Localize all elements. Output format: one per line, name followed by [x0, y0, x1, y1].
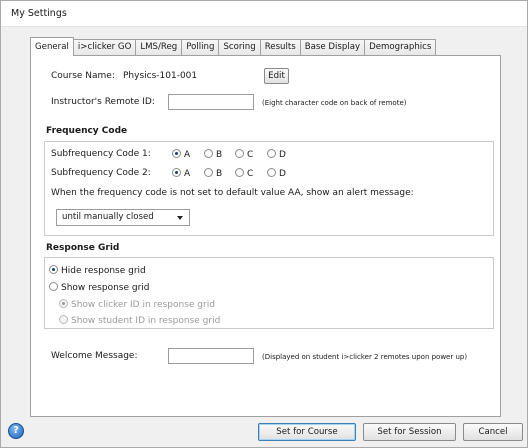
- sub2-option-c[interactable]: C: [235, 168, 253, 179]
- frequency-code-title: Frequency Code: [46, 126, 128, 136]
- hide-response-grid-option[interactable]: Hide response grid: [49, 265, 146, 276]
- tab-demographics[interactable]: Demographics: [365, 39, 437, 56]
- radio-icon: [204, 149, 213, 158]
- tab-general[interactable]: General: [30, 37, 74, 56]
- tab-lms-reg[interactable]: LMS/Reg: [136, 39, 183, 56]
- radio-icon: [172, 149, 181, 158]
- tab-polling[interactable]: Polling: [182, 39, 220, 56]
- radio-icon: [267, 168, 276, 177]
- show-response-grid-option[interactable]: Show response grid: [49, 282, 150, 293]
- window-body: General i>clicker GO LMS/Reg Polling Sco…: [1, 27, 527, 447]
- remote-id-label: Instructor's Remote ID:: [51, 97, 155, 107]
- tab-results[interactable]: Results: [260, 39, 301, 56]
- show-student-id-option[interactable]: Show student ID in response grid: [59, 315, 220, 326]
- help-icon[interactable]: ?: [8, 423, 24, 439]
- chevron-down-icon: [177, 216, 183, 220]
- radio-icon: [204, 168, 213, 177]
- subfrequency-2-label: Subfrequency Code 2:: [51, 168, 151, 178]
- response-grid-title: Response Grid: [46, 243, 120, 253]
- frequency-code-group: Subfrequency Code 1: A B C D Subfrequenc…: [44, 141, 494, 236]
- course-name-label: Course Name:: [51, 71, 115, 81]
- window-title: My Settings: [1, 1, 527, 27]
- radio-icon: [49, 282, 58, 291]
- sub1-option-a[interactable]: A: [172, 149, 190, 160]
- cancel-button[interactable]: Cancel: [463, 423, 523, 441]
- alert-duration-value: until manually closed: [62, 212, 154, 222]
- welcome-message-input[interactable]: [168, 348, 254, 364]
- set-for-session-button[interactable]: Set for Session: [363, 423, 456, 441]
- sub1-option-c[interactable]: C: [235, 149, 253, 160]
- remote-id-input[interactable]: [168, 94, 254, 110]
- tab-scoring[interactable]: Scoring: [219, 39, 261, 56]
- alert-duration-select[interactable]: until manually closed: [56, 209, 190, 226]
- remote-id-hint: (Eight character code on back of remote): [262, 99, 407, 107]
- welcome-message-hint: (Displayed on student i>clicker 2 remote…: [262, 353, 468, 361]
- response-grid-group: Hide response grid Show response grid Sh…: [44, 257, 494, 329]
- alert-message-text: When the frequency code is not set to de…: [51, 188, 414, 198]
- radio-icon: [267, 149, 276, 158]
- radio-icon: [235, 168, 244, 177]
- general-panel: Course Name: Physics-101-001 Edit Instru…: [30, 55, 501, 417]
- show-clicker-id-option[interactable]: Show clicker ID in response grid: [59, 299, 215, 310]
- radio-icon: [172, 168, 181, 177]
- sub1-option-d[interactable]: D: [267, 149, 286, 160]
- radio-icon: [49, 265, 58, 274]
- sub2-option-d[interactable]: D: [267, 168, 286, 179]
- edit-course-button[interactable]: Edit: [264, 68, 289, 84]
- tab-bar: General i>clicker GO LMS/Reg Polling Sco…: [30, 37, 437, 56]
- tab-iclicker-go[interactable]: i>clicker GO: [73, 39, 137, 56]
- sub1-option-b[interactable]: B: [204, 149, 222, 160]
- radio-icon: [59, 299, 68, 308]
- sub2-option-b[interactable]: B: [204, 168, 222, 179]
- subfrequency-1-label: Subfrequency Code 1:: [51, 149, 151, 159]
- radio-icon: [235, 149, 244, 158]
- radio-icon: [59, 315, 68, 324]
- course-name-value: Physics-101-001: [123, 71, 198, 81]
- sub2-option-a[interactable]: A: [172, 168, 190, 179]
- settings-window: My Settings General i>clicker GO LMS/Reg…: [0, 0, 528, 448]
- set-for-course-button[interactable]: Set for Course: [258, 423, 356, 441]
- welcome-message-label: Welcome Message:: [51, 351, 138, 361]
- tab-base-display[interactable]: Base Display: [300, 39, 366, 56]
